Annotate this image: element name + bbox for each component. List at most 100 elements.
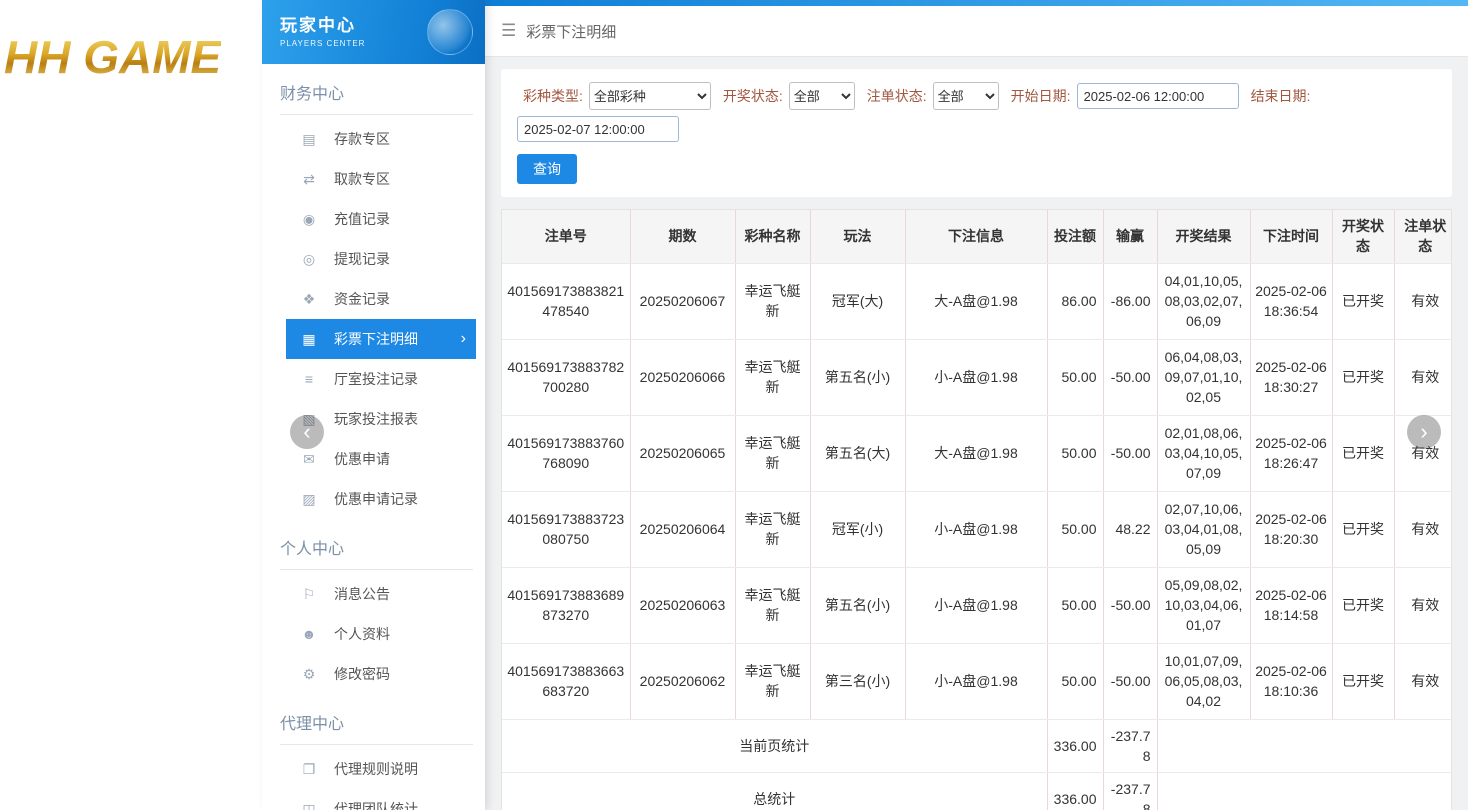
sidebar-item-withdrawal-records[interactable]: ◎提现记录 bbox=[286, 239, 476, 279]
table-cell: 50.00 bbox=[1047, 567, 1103, 643]
sidebar-item-deposit-zone[interactable]: ▤存款专区 bbox=[286, 119, 476, 159]
sidebar-item-label: 充值记录 bbox=[334, 209, 390, 229]
table-cell: 20250206062 bbox=[630, 643, 735, 719]
sidebar-item-label: 优惠申请 bbox=[334, 449, 390, 469]
table-cell: 有效 bbox=[1394, 643, 1452, 719]
summary-bet-total: 336.00 bbox=[1047, 773, 1103, 810]
collapse-left-arrow-icon[interactable]: ‹ bbox=[290, 415, 324, 449]
filter-panel: 彩种类型: 全部彩种 开奖状态: 全部 注单状态: 全部 开始日期: 结束日期:… bbox=[501, 69, 1452, 197]
summary-empty bbox=[1157, 719, 1452, 773]
bet-table-card: 注单号期数彩种名称玩法下注信息投注额输赢开奖结果下注时间开奖状态注单状态4015… bbox=[501, 209, 1452, 810]
table-cell: 20250206064 bbox=[630, 491, 735, 567]
sidebar-item-label: 优惠申请记录 bbox=[334, 489, 418, 509]
table-row: 40156917388366368372020250206062幸运飞艇新第三名… bbox=[502, 643, 1452, 719]
sidebar-item-promo-application-records[interactable]: ▨ 优惠申请记录 bbox=[286, 479, 476, 519]
column-header: 开奖状态 bbox=[1332, 210, 1394, 263]
withdrawal-record-icon: ◎ bbox=[300, 251, 318, 268]
end-date-label: 结束日期: bbox=[1251, 86, 1311, 106]
table-row: 40156917388372308075020250206064幸运飞艇新冠军(… bbox=[502, 491, 1452, 567]
table-cell: 大-A盘@1.98 bbox=[905, 263, 1047, 339]
table-cell: 2025-02-06 18:20:30 bbox=[1250, 491, 1332, 567]
sidebar-item-profile[interactable]: ☻个人资料 bbox=[286, 614, 476, 654]
table-cell: 401569173883821478540 bbox=[502, 263, 630, 339]
deposit-card-icon: ▤ bbox=[300, 131, 318, 148]
table-cell: 2025-02-06 18:10:36 bbox=[1250, 643, 1332, 719]
brand-logo: HH GAME bbox=[4, 30, 221, 84]
table-cell: 已开奖 bbox=[1332, 263, 1394, 339]
start-date-input[interactable] bbox=[1077, 83, 1239, 109]
table-cell: 2025-02-06 18:30:27 bbox=[1250, 339, 1332, 415]
sidebar-item-label: 代理团队统计 bbox=[334, 799, 418, 810]
table-cell: 02,01,08,06,03,04,10,05,07,09 bbox=[1157, 415, 1250, 491]
table-cell: 第三名(小) bbox=[810, 643, 905, 719]
table-cell: 已开奖 bbox=[1332, 567, 1394, 643]
bet-status-select[interactable]: 全部 bbox=[933, 82, 999, 110]
table-row: 40156917388376076809020250206065幸运飞艇新第五名… bbox=[502, 415, 1452, 491]
table-cell: 2025-02-06 18:36:54 bbox=[1250, 263, 1332, 339]
table-cell: 冠军(大) bbox=[810, 263, 905, 339]
menu-toggle-icon[interactable]: ☰ bbox=[501, 21, 516, 41]
page: HH GAME 玩家中心 PLAYERS CENTER 财务中心▤存款专区⇄取款… bbox=[0, 0, 1468, 810]
sidebar-item-agent-rules[interactable]: ❐代理规则说明 bbox=[286, 749, 476, 789]
table-cell: 小-A盘@1.98 bbox=[905, 643, 1047, 719]
search-button[interactable]: 查询 bbox=[517, 154, 577, 184]
column-header: 下注信息 bbox=[905, 210, 1047, 263]
table-cell: 86.00 bbox=[1047, 263, 1103, 339]
sidebar-item-hall-bet-records[interactable]: ≡ 厅室投注记录 bbox=[286, 359, 476, 399]
table-cell: 401569173883782700280 bbox=[502, 339, 630, 415]
table-cell: 有效 bbox=[1394, 491, 1452, 567]
summary-label: 当前页统计 bbox=[502, 719, 1047, 773]
table-cell: 有效 bbox=[1394, 567, 1452, 643]
table-cell: 50.00 bbox=[1047, 415, 1103, 491]
summary-label: 总统计 bbox=[502, 773, 1047, 810]
table-cell: 第五名(小) bbox=[810, 567, 905, 643]
sidebar-item-label: 玩家投注报表 bbox=[334, 409, 418, 429]
summary-row: 总统计336.00-237.78 bbox=[502, 773, 1452, 810]
user-icon: ☻ bbox=[300, 626, 318, 642]
sidebar-item-label: 厅室投注记录 bbox=[334, 369, 418, 389]
promo-record-icon: ▨ bbox=[300, 491, 318, 508]
logo-area: HH GAME bbox=[0, 0, 262, 810]
table-cell: 幸运飞艇新 bbox=[735, 415, 810, 491]
globe-icon bbox=[427, 9, 473, 55]
sidebar-item-withdraw-zone[interactable]: ⇄取款专区 bbox=[286, 159, 476, 199]
lottery-type-label: 彩种类型: bbox=[523, 86, 583, 106]
table-cell: 小-A盘@1.98 bbox=[905, 567, 1047, 643]
sidebar-item-recharge-records[interactable]: ◉ 充值记录 bbox=[286, 199, 476, 239]
table-cell: 有效 bbox=[1394, 339, 1452, 415]
table-cell: 50.00 bbox=[1047, 339, 1103, 415]
end-date-input[interactable] bbox=[517, 116, 679, 142]
sidebar-item-funds-records[interactable]: ❖资金记录 bbox=[286, 279, 476, 319]
draw-status-select[interactable]: 全部 bbox=[789, 82, 855, 110]
table-cell: 有效 bbox=[1394, 263, 1452, 339]
lottery-type-select[interactable]: 全部彩种 bbox=[589, 82, 711, 110]
document-icon: ❐ bbox=[300, 761, 318, 778]
titlebar: ☰ 彩票下注明细 bbox=[485, 6, 1468, 57]
table-cell: 小-A盘@1.98 bbox=[905, 339, 1047, 415]
sidebar-item-announcements[interactable]: ⚐消息公告 bbox=[286, 574, 476, 614]
sidebar: 玩家中心 PLAYERS CENTER 财务中心▤存款专区⇄取款专区◉充值记录◎… bbox=[262, 0, 485, 810]
sidebar-item-agent-team-stats[interactable]: ◫代理团队统计 bbox=[286, 789, 476, 810]
table-cell: 401569173883760768090 bbox=[502, 415, 630, 491]
section-title: 代理中心 bbox=[280, 710, 473, 745]
funds-icon: ❖ bbox=[300, 291, 318, 308]
recharge-coin-icon: ◉ bbox=[300, 211, 318, 228]
bet-status-label: 注单状态: bbox=[867, 86, 927, 106]
gear-icon: ⚙ bbox=[300, 666, 318, 683]
expand-right-arrow-icon[interactable]: › bbox=[1407, 415, 1441, 449]
withdraw-hand-icon: ⇄ bbox=[300, 171, 318, 188]
table-cell: 幸运飞艇新 bbox=[735, 643, 810, 719]
table-cell: 第五名(小) bbox=[810, 339, 905, 415]
page-title: 彩票下注明细 bbox=[526, 21, 616, 42]
table-cell: 20250206066 bbox=[630, 339, 735, 415]
table-row: 40156917388368987327020250206063幸运飞艇新第五名… bbox=[502, 567, 1452, 643]
bet-table: 注单号期数彩种名称玩法下注信息投注额输赢开奖结果下注时间开奖状态注单状态4015… bbox=[502, 210, 1452, 810]
sidebar-item-change-password[interactable]: ⚙ 修改密码 bbox=[286, 654, 476, 694]
table-cell: 已开奖 bbox=[1332, 643, 1394, 719]
sidebar-item-lottery-bet-details[interactable]: ▦彩票下注明细› bbox=[286, 319, 476, 359]
sidebar-item-label: 修改密码 bbox=[334, 664, 390, 684]
hall-bet-list-icon: ≡ bbox=[300, 371, 318, 387]
table-cell: 20250206063 bbox=[630, 567, 735, 643]
sidebar-item-label: 彩票下注明细 bbox=[334, 329, 418, 349]
table-cell: 冠军(小) bbox=[810, 491, 905, 567]
